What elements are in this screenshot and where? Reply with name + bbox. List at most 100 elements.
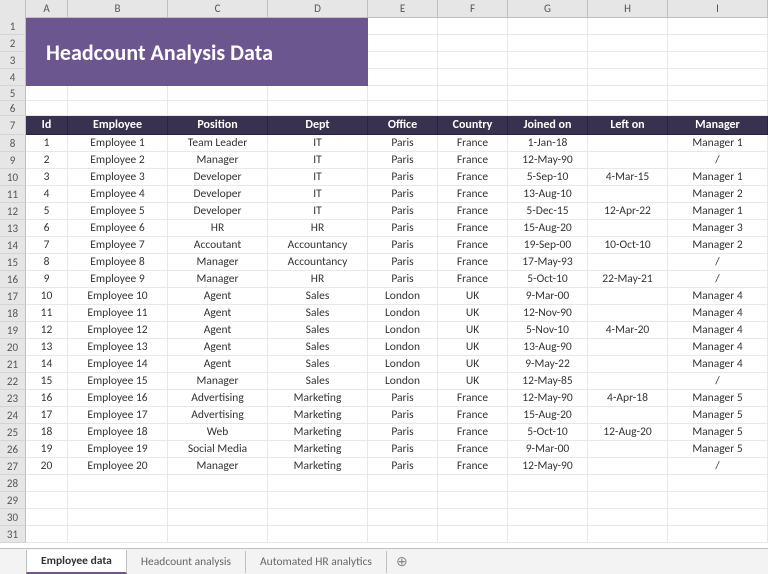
cell-empty[interactable] bbox=[588, 86, 668, 101]
cell-empty[interactable] bbox=[668, 526, 768, 543]
data-cell[interactable]: 7 bbox=[26, 237, 68, 254]
data-cell[interactable]: Manager bbox=[168, 271, 268, 288]
row-header[interactable]: 16 bbox=[0, 271, 26, 288]
cell-empty[interactable] bbox=[508, 69, 588, 86]
row-header[interactable]: 21 bbox=[0, 356, 26, 373]
cell-empty[interactable] bbox=[368, 52, 438, 69]
add-sheet-button[interactable]: ⊕ bbox=[386, 551, 418, 572]
data-cell[interactable]: Manager 4 bbox=[668, 288, 768, 305]
cell-empty[interactable] bbox=[588, 35, 668, 52]
row-header[interactable]: 11 bbox=[0, 186, 26, 203]
cell-empty[interactable] bbox=[368, 509, 438, 526]
row-header[interactable]: 13 bbox=[0, 220, 26, 237]
data-cell[interactable]: Sales bbox=[268, 322, 368, 339]
cell-empty[interactable] bbox=[438, 69, 508, 86]
data-cell[interactable]: Employee 6 bbox=[68, 220, 168, 237]
data-cell[interactable]: UK bbox=[438, 305, 508, 322]
data-cell[interactable] bbox=[588, 254, 668, 271]
data-cell[interactable]: Paris bbox=[368, 254, 438, 271]
col-header[interactable]: D bbox=[268, 0, 368, 18]
data-cell[interactable]: Employee 8 bbox=[68, 254, 168, 271]
row-header[interactable]: 26 bbox=[0, 441, 26, 458]
data-cell[interactable]: 22-May-21 bbox=[588, 271, 668, 288]
data-cell[interactable]: Manager bbox=[168, 458, 268, 475]
data-cell[interactable]: Employee 16 bbox=[68, 390, 168, 407]
cell-empty[interactable] bbox=[588, 475, 668, 492]
cell-empty[interactable] bbox=[268, 526, 368, 543]
data-cell[interactable]: London bbox=[368, 288, 438, 305]
sheet-tab[interactable]: Headcount analysis bbox=[126, 551, 246, 573]
data-cell[interactable]: IT bbox=[268, 135, 368, 152]
data-cell[interactable]: 15 bbox=[26, 373, 68, 390]
cell-empty[interactable] bbox=[668, 475, 768, 492]
data-cell[interactable]: 5-Sep-10 bbox=[508, 169, 588, 186]
data-cell[interactable]: IT bbox=[268, 152, 368, 169]
data-cell[interactable]: Paris bbox=[368, 271, 438, 288]
data-cell[interactable]: London bbox=[368, 322, 438, 339]
data-cell[interactable]: Marketing bbox=[268, 441, 368, 458]
cell-empty[interactable] bbox=[168, 101, 268, 116]
data-cell[interactable]: Agent bbox=[168, 288, 268, 305]
data-cell[interactable]: 16 bbox=[26, 390, 68, 407]
data-cell[interactable] bbox=[588, 305, 668, 322]
data-cell[interactable]: Employee 20 bbox=[68, 458, 168, 475]
cell-empty[interactable] bbox=[26, 86, 68, 101]
data-cell[interactable]: 1-Jan-18 bbox=[508, 135, 588, 152]
cell-empty[interactable] bbox=[588, 69, 668, 86]
data-cell[interactable]: Manager 5 bbox=[668, 407, 768, 424]
table-header-cell[interactable]: Left on bbox=[588, 116, 668, 135]
row-header[interactable]: 27 bbox=[0, 458, 26, 475]
sheet-tab-active[interactable]: Employee data bbox=[26, 550, 127, 574]
col-header[interactable]: A bbox=[26, 0, 68, 18]
data-cell[interactable]: Paris bbox=[368, 135, 438, 152]
data-cell[interactable]: Employee 12 bbox=[68, 322, 168, 339]
cell-empty[interactable] bbox=[508, 509, 588, 526]
table-header-cell[interactable]: Dept bbox=[268, 116, 368, 135]
data-cell[interactable]: Paris bbox=[368, 390, 438, 407]
cell-empty[interactable] bbox=[508, 18, 588, 35]
data-cell[interactable]: / bbox=[668, 152, 768, 169]
row-header[interactable]: 31 bbox=[0, 526, 26, 543]
data-cell[interactable]: Manager 1 bbox=[668, 169, 768, 186]
data-cell[interactable]: Employee 13 bbox=[68, 339, 168, 356]
cell-empty[interactable] bbox=[668, 52, 768, 69]
data-cell[interactable]: 9 bbox=[26, 271, 68, 288]
data-cell[interactable] bbox=[588, 441, 668, 458]
data-cell[interactable]: 10 bbox=[26, 288, 68, 305]
data-cell[interactable]: Manager 4 bbox=[668, 322, 768, 339]
row-header[interactable]: 15 bbox=[0, 254, 26, 271]
cell-empty[interactable] bbox=[368, 101, 438, 116]
data-cell[interactable]: 17 bbox=[26, 407, 68, 424]
data-cell[interactable]: France bbox=[438, 390, 508, 407]
data-cell[interactable]: France bbox=[438, 169, 508, 186]
cell-empty[interactable] bbox=[268, 101, 368, 116]
cell-empty[interactable] bbox=[508, 101, 588, 116]
cell-empty[interactable] bbox=[668, 509, 768, 526]
data-cell[interactable]: London bbox=[368, 356, 438, 373]
row-header[interactable]: 23 bbox=[0, 390, 26, 407]
data-cell[interactable]: Manager 4 bbox=[668, 356, 768, 373]
cell-empty[interactable] bbox=[368, 18, 438, 35]
row-header[interactable]: 3 bbox=[0, 52, 26, 69]
data-cell[interactable]: Paris bbox=[368, 441, 438, 458]
data-cell[interactable]: Manager 5 bbox=[668, 390, 768, 407]
data-cell[interactable]: 13 bbox=[26, 339, 68, 356]
data-cell[interactable]: Manager 1 bbox=[668, 203, 768, 220]
data-cell[interactable]: Employee 15 bbox=[68, 373, 168, 390]
data-cell[interactable]: France bbox=[438, 237, 508, 254]
data-cell[interactable]: Manager 2 bbox=[668, 237, 768, 254]
data-cell[interactable]: Employee 1 bbox=[68, 135, 168, 152]
data-cell[interactable]: 12-Aug-20 bbox=[588, 424, 668, 441]
cell-empty[interactable] bbox=[368, 492, 438, 509]
data-cell[interactable]: 12-May-85 bbox=[508, 373, 588, 390]
data-cell[interactable] bbox=[588, 458, 668, 475]
data-cell[interactable]: Employee 7 bbox=[68, 237, 168, 254]
data-cell[interactable]: Developer bbox=[168, 169, 268, 186]
data-cell[interactable]: France bbox=[438, 407, 508, 424]
data-cell[interactable]: Accountancy bbox=[268, 254, 368, 271]
data-cell[interactable] bbox=[588, 407, 668, 424]
data-cell[interactable]: France bbox=[438, 424, 508, 441]
data-cell[interactable]: UK bbox=[438, 373, 508, 390]
data-cell[interactable]: 4-Apr-18 bbox=[588, 390, 668, 407]
cell-empty[interactable] bbox=[668, 18, 768, 35]
